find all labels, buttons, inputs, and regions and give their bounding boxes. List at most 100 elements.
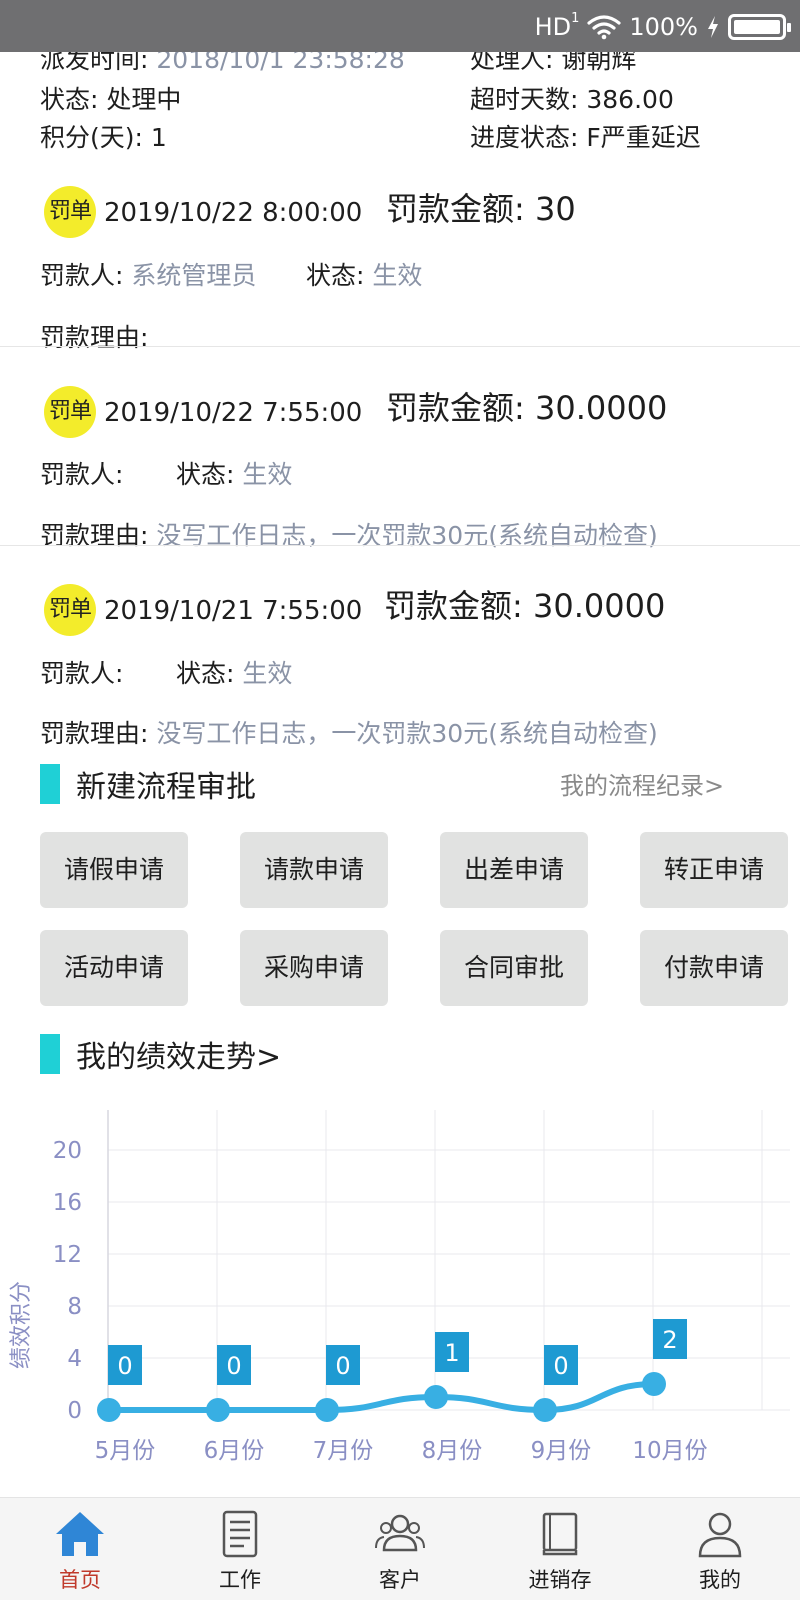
section-accent-bar xyxy=(40,1034,60,1074)
fine-status-label: 状态: xyxy=(176,659,243,688)
data-point xyxy=(97,1398,121,1422)
fine-amount-value: 30 xyxy=(534,190,576,228)
y-tick-label: 12 xyxy=(53,1242,82,1268)
network-indicator: HD1 xyxy=(534,11,580,41)
fine-status-row: 状态: 生效 xyxy=(176,654,292,690)
tab-label: 我的 xyxy=(699,1568,741,1592)
performance-section-title[interactable]: 我的绩效走势> xyxy=(76,1032,281,1076)
activity-request-button[interactable]: 活动申请 xyxy=(40,930,188,1006)
fine-badge-icon: 罚单 xyxy=(44,584,96,636)
chart-x-ticks: 5月份 6月份 7月份 8月份 9月份 10月份 xyxy=(95,1438,708,1464)
progress-value: F严重延迟 xyxy=(586,123,701,152)
battery-level xyxy=(734,20,780,34)
fine-amount: 罚款金额: 30.0000 xyxy=(384,581,665,627)
data-point xyxy=(424,1385,448,1409)
progress-row: 进度状态: F严重延迟 xyxy=(470,118,701,154)
divider xyxy=(0,545,800,546)
fine-amount-label: 罚款金额: xyxy=(386,389,535,427)
charging-icon xyxy=(708,16,718,38)
regularization-request-button[interactable]: 转正申请 xyxy=(640,832,788,908)
x-tick-label: 7月份 xyxy=(313,1438,374,1464)
contract-approval-button[interactable]: 合同审批 xyxy=(440,930,588,1006)
fine-status-value: 生效 xyxy=(242,460,293,489)
status-bar: HD1 100% xyxy=(0,0,800,52)
main-content: 派发时间: 2018/10/1 23:58:28 处理人: 谢朝辉 状态: 处理… xyxy=(0,0,800,1497)
tab-label: 进销存 xyxy=(528,1568,592,1592)
data-point xyxy=(206,1398,230,1422)
fine-person-row: 罚款人: xyxy=(40,654,123,690)
wifi-icon xyxy=(587,15,621,40)
fine-person-value: 系统管理员 xyxy=(131,261,257,290)
leave-request-button[interactable]: 请假申请 xyxy=(40,832,188,908)
fine-amount-value: 30.0000 xyxy=(534,389,668,427)
inventory-book-icon xyxy=(542,1512,578,1556)
task-status-label: 状态: xyxy=(40,85,107,114)
data-label: 2 xyxy=(662,1326,677,1354)
fine-datetime: 2019/10/22 8:00:00 xyxy=(104,198,363,228)
fine-status-value: 生效 xyxy=(372,261,423,290)
tab-inventory[interactable]: 进销存 xyxy=(480,1498,640,1600)
fine-reason-row: 罚款理由: 没写工作日志，一次罚款30元(系统自动检查) xyxy=(40,714,658,750)
customers-icon xyxy=(375,1514,425,1552)
chart-y-axis-label: 绩效积分 xyxy=(9,1281,34,1369)
fine-amount-label: 罚款金额: xyxy=(386,190,535,228)
battery-percent: 100% xyxy=(629,13,698,41)
tab-label: 首页 xyxy=(59,1568,101,1592)
overdue-days-label: 超时天数: xyxy=(470,85,587,114)
fine-badge-icon: 罚单 xyxy=(44,186,96,238)
data-label: 0 xyxy=(553,1352,568,1380)
y-tick-label: 20 xyxy=(53,1138,82,1164)
fine-amount-label: 罚款金额: xyxy=(384,587,533,625)
data-point xyxy=(533,1398,557,1422)
fine-reason-label: 罚款理由: xyxy=(40,323,149,352)
workflow-history-link[interactable]: 我的流程纪录> xyxy=(560,766,724,801)
divider xyxy=(0,346,800,347)
fine-status-label: 状态: xyxy=(176,460,243,489)
fine-status-value: 生效 xyxy=(242,659,293,688)
chart-y-ticks: 0 4 8 12 16 20 xyxy=(53,1138,82,1424)
home-icon xyxy=(56,1512,104,1556)
tab-work[interactable]: 工作 xyxy=(160,1498,320,1600)
tab-me[interactable]: 我的 xyxy=(640,1498,800,1600)
user-icon xyxy=(698,1512,742,1558)
fine-person-label: 罚款人: xyxy=(40,460,124,489)
data-label: 0 xyxy=(226,1352,241,1380)
business-trip-request-button[interactable]: 出差申请 xyxy=(440,832,588,908)
y-tick-label: 16 xyxy=(53,1190,82,1216)
payment-request-button[interactable]: 请款申请 xyxy=(240,832,388,908)
fine-person-label: 罚款人: xyxy=(40,659,124,688)
x-tick-label: 10月份 xyxy=(632,1438,707,1464)
fine-reason-label: 罚款理由: xyxy=(40,719,157,748)
section-accent-bar xyxy=(40,764,60,804)
data-label: 1 xyxy=(444,1339,459,1367)
progress-label: 进度状态: xyxy=(470,123,587,152)
series-line xyxy=(108,1381,655,1414)
fine-person-label: 罚款人: xyxy=(40,261,132,290)
tab-label: 工作 xyxy=(219,1568,261,1592)
bottom-tab-bar: 首页 工作 客户 进销存 我的 xyxy=(0,1497,800,1600)
purchase-request-button[interactable]: 采购申请 xyxy=(240,930,388,1006)
chart-series: 0 0 0 1 0 2 xyxy=(97,1319,687,1422)
workflow-section-title: 新建流程审批 xyxy=(76,770,256,805)
payment-application-button[interactable]: 付款申请 xyxy=(640,930,788,1006)
tab-label: 客户 xyxy=(379,1568,421,1592)
fine-datetime: 2019/10/22 7:55:00 xyxy=(104,398,363,428)
tab-customers[interactable]: 客户 xyxy=(320,1498,480,1600)
points-label: 积分(天): xyxy=(40,123,151,152)
y-tick-label: 8 xyxy=(67,1294,82,1320)
overdue-days-row: 超时天数: 386.00 xyxy=(470,80,674,116)
data-label: 0 xyxy=(117,1352,132,1380)
x-tick-label: 9月份 xyxy=(531,1438,592,1464)
fine-reason-row: 罚款理由: xyxy=(40,318,148,354)
fine-badge-icon: 罚单 xyxy=(44,386,96,438)
data-label: 0 xyxy=(335,1352,350,1380)
tab-home[interactable]: 首页 xyxy=(0,1498,160,1600)
y-tick-label: 4 xyxy=(67,1346,82,1372)
data-point xyxy=(315,1398,339,1422)
overdue-days-value: 386.00 xyxy=(586,85,674,114)
points-value: 1 xyxy=(150,123,167,152)
fine-person-row: 罚款人: xyxy=(40,455,123,491)
fine-status-row: 状态: 生效 xyxy=(176,455,292,491)
task-status-value: 处理中 xyxy=(106,85,182,114)
status-bar-indicators: HD1 100% xyxy=(534,10,791,44)
